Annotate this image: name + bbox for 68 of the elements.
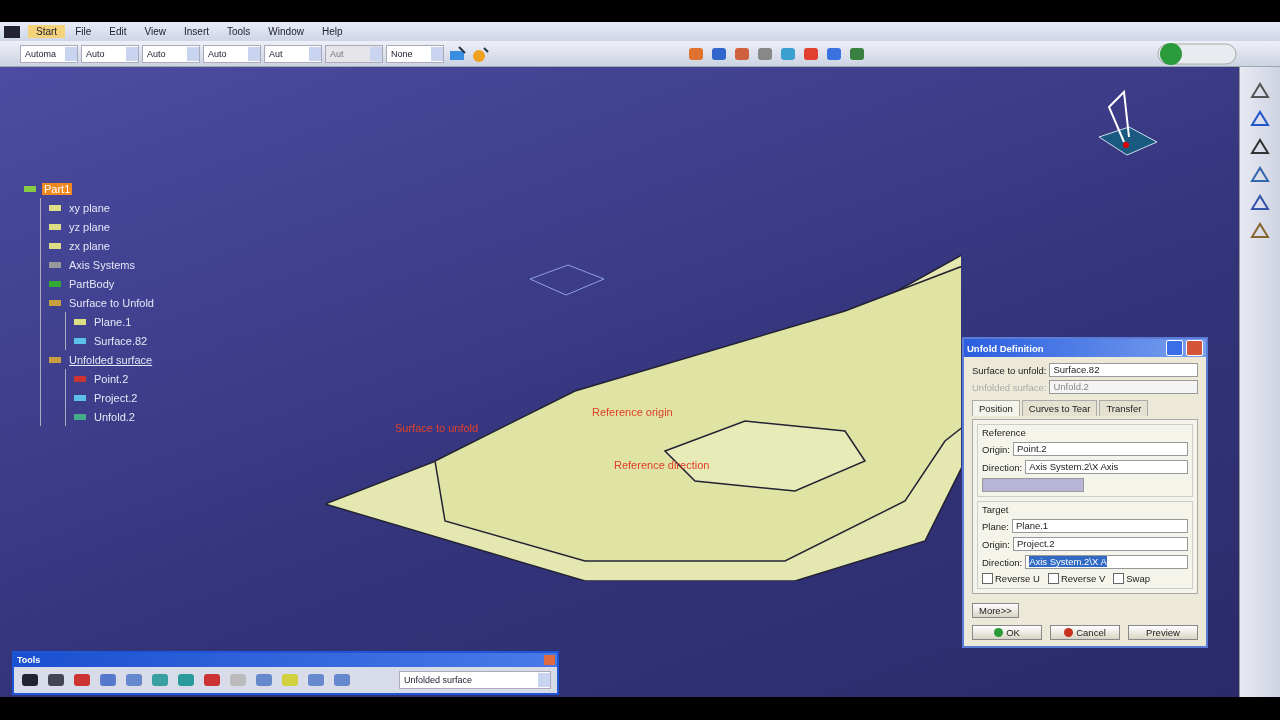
checkbox-label: Swap xyxy=(1126,573,1150,584)
field-label: Surface to unfold: xyxy=(972,364,1047,376)
tool-icon[interactable] xyxy=(1249,193,1271,213)
menu-item[interactable]: Help xyxy=(313,25,351,38)
tree-item[interactable]: yz plane xyxy=(67,220,112,233)
dialog-button[interactable]: Preview xyxy=(1128,625,1198,640)
dialog-button[interactable]: OK xyxy=(972,625,1042,640)
text-field[interactable]: Project.2 xyxy=(1013,537,1188,551)
field-label: Unfolded surface: xyxy=(972,381,1047,393)
menu-item[interactable]: Tools xyxy=(219,25,259,38)
dropdown[interactable]: None xyxy=(386,44,444,63)
tree-item[interactable]: Plane.1 xyxy=(92,315,134,328)
menu-item[interactable]: View xyxy=(136,25,174,38)
tool-icon[interactable] xyxy=(1249,137,1271,157)
field-label: Plane: xyxy=(982,520,1009,532)
tree-item[interactable]: Axis Systems xyxy=(67,258,137,271)
annotation-label: Reference origin xyxy=(592,406,673,418)
toolbar-title: Tools xyxy=(17,655,41,665)
text-field[interactable]: Axis System.2\X A xyxy=(1025,555,1188,569)
dialog-button[interactable]: Cancel xyxy=(1050,625,1120,640)
menu-item[interactable]: Window xyxy=(260,25,312,38)
tool-icon[interactable] xyxy=(20,672,40,688)
tab[interactable]: Curves to Tear xyxy=(1021,400,1098,416)
checkbox-label: Reverse U xyxy=(995,573,1040,584)
tree-item[interactable]: PartBody xyxy=(67,277,117,290)
dropdown[interactable]: Auto xyxy=(142,44,200,63)
tab[interactable]: Transfer xyxy=(1099,400,1149,416)
checkbox[interactable] xyxy=(982,573,993,584)
dropdown[interactable]: Auto xyxy=(203,44,261,63)
field-label: Direction: xyxy=(982,461,1023,473)
menu-item[interactable]: Start xyxy=(28,25,66,38)
menu-item[interactable]: File xyxy=(67,25,100,38)
tree-item[interactable]: Point.2 xyxy=(92,372,131,385)
group-title: Reference xyxy=(982,427,1027,438)
menu-item[interactable]: Edit xyxy=(101,25,135,38)
checkbox-label: Reverse V xyxy=(1060,573,1106,584)
group-title: Target xyxy=(982,504,1010,515)
dropdown[interactable]: Unfolded surface xyxy=(399,671,551,689)
text-field[interactable]: Surface.82 xyxy=(1049,363,1198,377)
text-field[interactable]: Plane.1 xyxy=(1011,519,1188,533)
tree-item[interactable]: Unfold.2 xyxy=(92,410,137,423)
checkbox[interactable] xyxy=(1047,573,1059,584)
close-button[interactable] xyxy=(1186,340,1203,356)
dropdown[interactable]: Automa xyxy=(20,44,78,63)
tree-item[interactable]: Surface.82 xyxy=(92,334,150,347)
text-field[interactable]: Axis System.2\X Axis xyxy=(1025,460,1188,474)
menu-item[interactable]: Insert xyxy=(176,25,217,38)
more-button[interactable]: More>> xyxy=(972,603,1019,618)
tree-item[interactable]: zx plane xyxy=(67,239,112,252)
tool-icon[interactable] xyxy=(1249,81,1271,101)
help-button[interactable] xyxy=(1166,340,1183,356)
dialog-title: Unfold Definition xyxy=(967,342,1045,354)
field-label: Direction: xyxy=(982,556,1023,568)
dropdown[interactable]: Aut xyxy=(264,44,322,63)
dropdown[interactable]: Auto xyxy=(81,44,139,63)
tree-item[interactable]: Unfolded surface xyxy=(67,353,155,366)
tree-item[interactable]: Project.2 xyxy=(92,391,140,404)
app-icon[interactable] xyxy=(4,25,20,38)
field-label: Origin: xyxy=(982,443,1010,455)
tree-item[interactable]: Surface to Unfold xyxy=(67,296,156,309)
field-label: Origin: xyxy=(982,538,1010,550)
tool-icon[interactable] xyxy=(1249,109,1271,129)
annotation-label: Surface to unfold xyxy=(395,422,479,434)
text-field[interactable]: Point.2 xyxy=(1013,442,1188,456)
checkbox[interactable] xyxy=(1113,573,1125,584)
tool-icon[interactable] xyxy=(46,672,66,688)
tree-item[interactable]: xy plane xyxy=(67,201,112,214)
tab[interactable]: Position xyxy=(972,400,1020,416)
